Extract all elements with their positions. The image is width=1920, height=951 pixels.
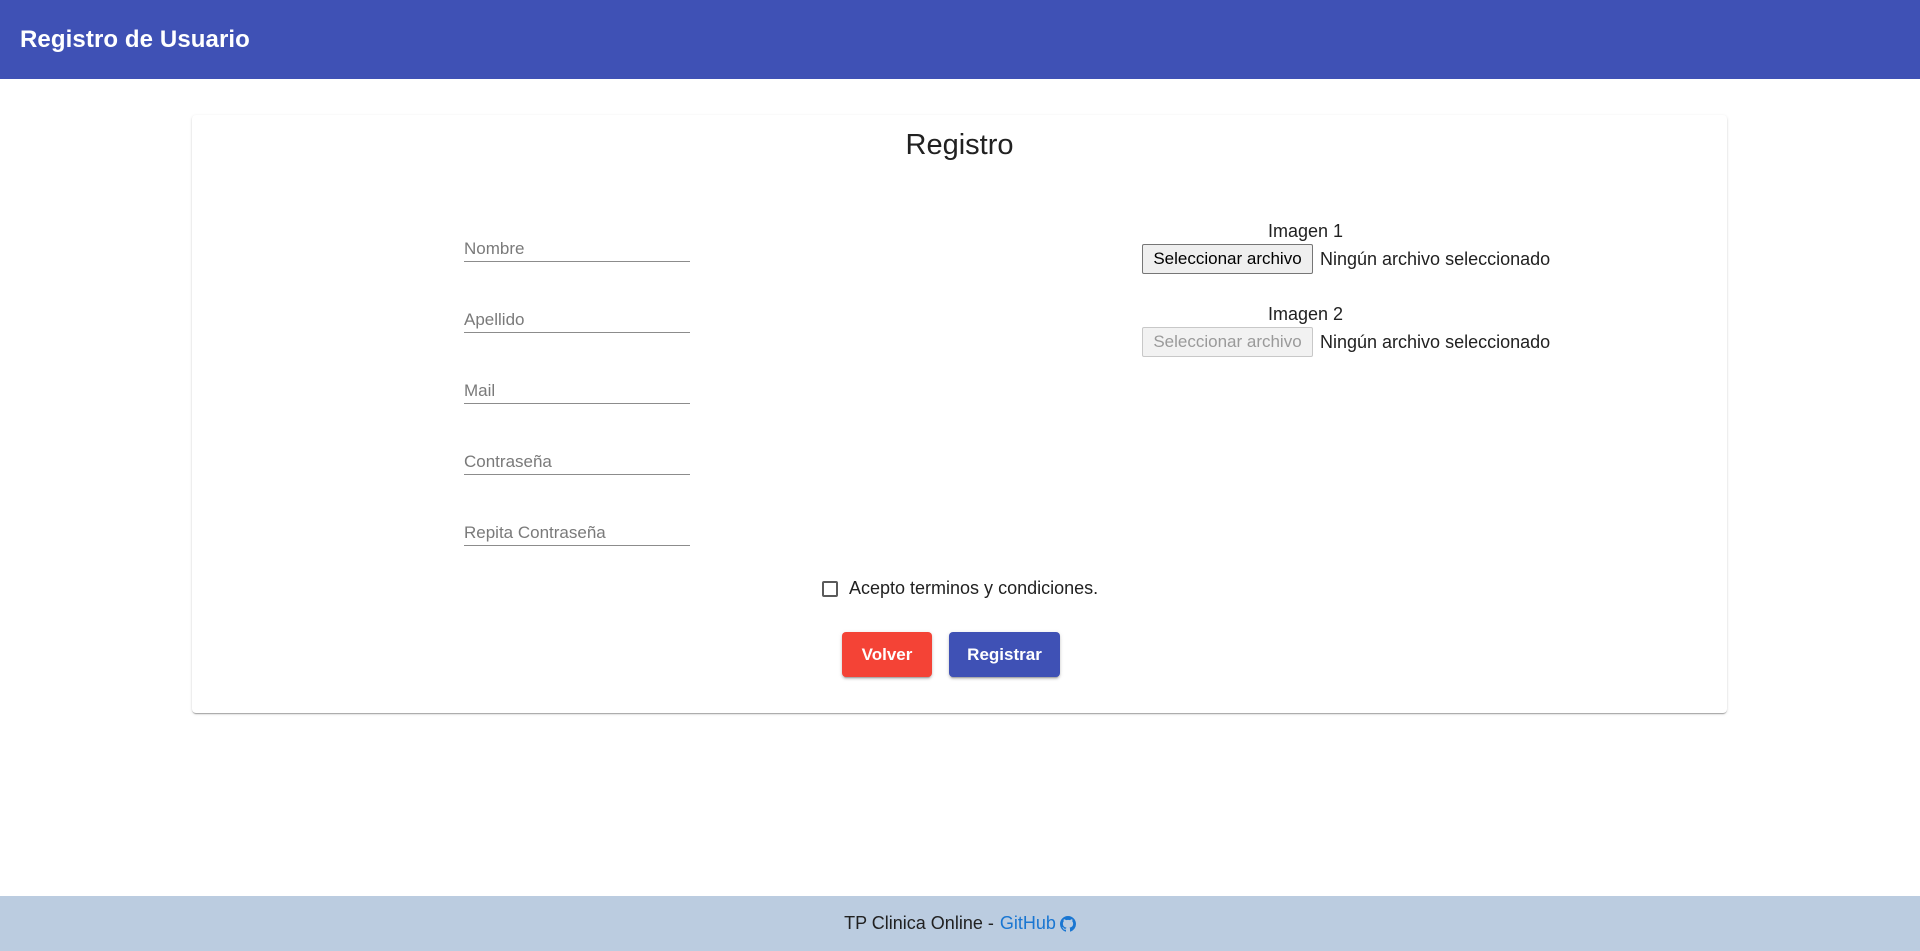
- card-title: Registro: [905, 129, 1014, 161]
- apellido-input[interactable]: [464, 308, 690, 332]
- github-icon: [1059, 915, 1076, 932]
- image-2-label: Imagen 2: [1267, 304, 1344, 324]
- image-1-label: Imagen 1: [1267, 221, 1344, 241]
- repeat-password-input[interactable]: [464, 521, 690, 545]
- password-field: [464, 450, 690, 475]
- back-button[interactable]: Volver: [842, 632, 932, 677]
- github-link-label: GitHub: [999, 913, 1056, 933]
- repeat-password-field: [464, 521, 690, 546]
- nombre-field: [464, 237, 690, 262]
- image-2-status: Ningún archivo seleccionado: [1320, 332, 1551, 352]
- footer: TP Clinica Online - GitHub: [0, 896, 1920, 951]
- image-1-status: Ningún archivo seleccionado: [1320, 249, 1551, 269]
- apellido-field: [464, 308, 690, 333]
- mail-field: [464, 379, 690, 404]
- password-input[interactable]: [464, 450, 690, 474]
- image-1-select-button[interactable]: Seleccionar archivo: [1142, 244, 1313, 274]
- github-link[interactable]: GitHub: [1000, 913, 1076, 934]
- footer-text: TP Clinica Online -: [844, 913, 994, 933]
- app-title: Registro de Usuario: [20, 25, 250, 53]
- nombre-input[interactable]: [464, 237, 690, 261]
- top-toolbar: Registro de Usuario: [0, 0, 1920, 79]
- mail-input[interactable]: [464, 379, 690, 403]
- terms-label[interactable]: Acepto terminos y condiciones.: [849, 578, 1098, 599]
- terms-checkbox[interactable]: [822, 580, 838, 597]
- image-2-select-button: Seleccionar archivo: [1142, 327, 1313, 357]
- terms-row[interactable]: Acepto terminos y condiciones.: [822, 578, 1098, 599]
- register-button[interactable]: Registrar: [949, 632, 1060, 677]
- registration-card: Registro Imagen 1 Seleccionar archivo Ni…: [192, 115, 1727, 713]
